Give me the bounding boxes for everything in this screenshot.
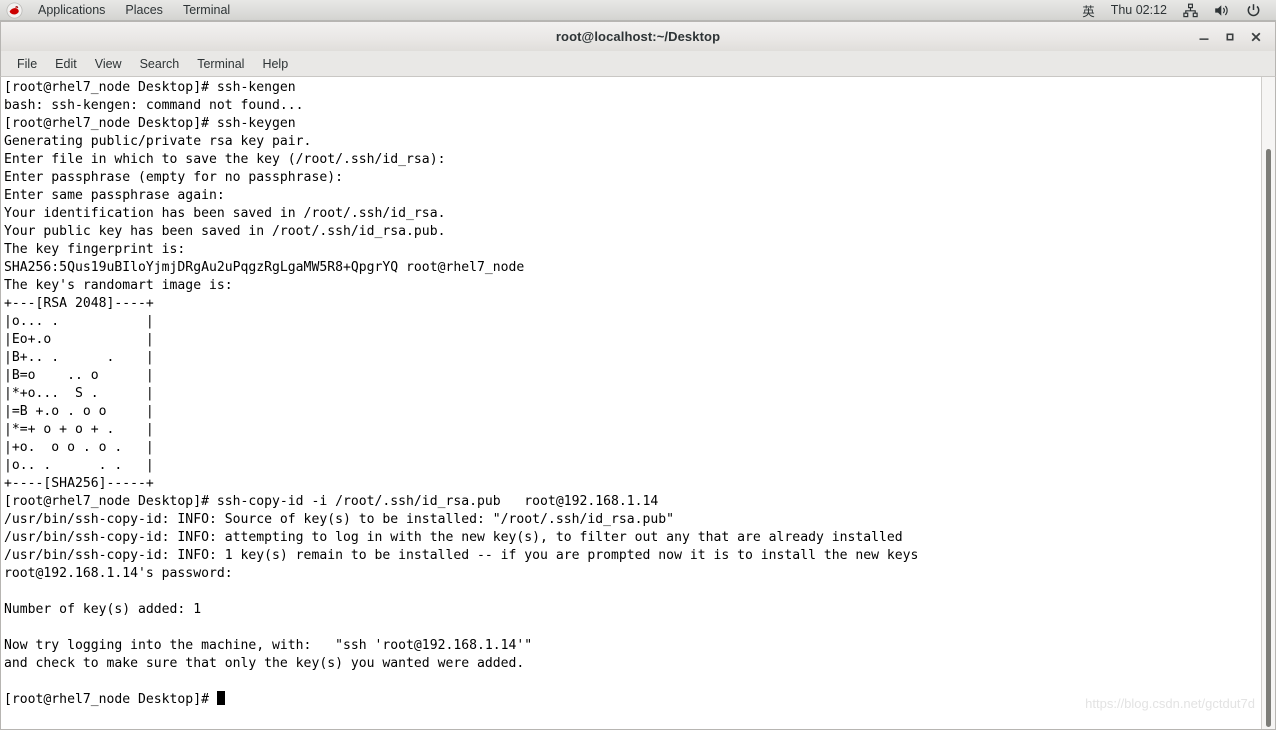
terminal-line: |*=+ o + o + . | [4,422,154,437]
terminal-line: and check to make sure that only the key… [4,656,525,671]
terminal-line: /usr/bin/ssh-copy-id: INFO: 1 key(s) rem… [4,548,919,563]
menu-view[interactable]: View [86,52,131,76]
clock[interactable]: Thu 02:12 [1103,0,1175,20]
window-controls [1191,22,1269,52]
window-titlebar[interactable]: root@localhost:~/Desktop [0,21,1276,51]
menu-edit[interactable]: Edit [46,52,86,76]
terminal-cursor [216,691,225,705]
terminal-line: Enter same passphrase again: [4,188,225,203]
menu-help[interactable]: Help [253,52,297,76]
window-title: root@localhost:~/Desktop [555,29,721,44]
terminal-output-area[interactable]: [root@rhel7_node Desktop]# ssh-kengen bas… [0,77,1276,730]
terminal-line: /usr/bin/ssh-copy-id: INFO: attempting t… [4,530,903,545]
terminal-line: Number of key(s) added: 1 [4,602,202,617]
close-button[interactable] [1243,24,1269,50]
terminal-line: +----[SHA256]-----+ [4,476,154,491]
terminal-line: |=B +.o . o o | [4,404,154,419]
terminal-line: [root@rhel7_node Desktop]# ssh-kengen [4,80,296,95]
terminal-line: |o.. . . . | [4,458,154,473]
top-panel-right-group: 英 Thu 02:12 [1074,0,1276,20]
terminal-line: [root@rhel7_node Desktop]# ssh-copy-id -… [4,494,659,509]
terminal-scrollbar[interactable] [1261,77,1275,729]
terminal-line: root@192.168.1.14's password: [4,566,233,581]
shell-prompt: [root@rhel7_node Desktop]# [4,692,217,707]
terminal-line: +---[RSA 2048]----+ [4,296,154,311]
red-hat-logo-icon [6,2,23,19]
menu-file[interactable]: File [8,52,46,76]
menu-search[interactable]: Search [131,52,189,76]
applications-menu[interactable]: Applications [28,0,115,20]
terminal-line: Generating public/private rsa key pair. [4,134,312,149]
places-menu[interactable]: Places [115,0,173,20]
terminal-line: |*+o... S . | [4,386,154,401]
gnome-top-panel: Applications Places Terminal 英 Thu 02:12 [0,0,1276,21]
terminal-line: /usr/bin/ssh-copy-id: INFO: Source of ke… [4,512,675,527]
menubar: File Edit View Search Terminal Help [0,51,1276,77]
terminal-line: |B=o .. o | [4,368,154,383]
menu-terminal[interactable]: Terminal [188,52,253,76]
scrollbar-thumb[interactable] [1266,149,1271,727]
maximize-button[interactable] [1217,24,1243,50]
terminal-line: Enter file in which to save the key (/ro… [4,152,446,167]
terminal-prompt-line: [root@rhel7_node Desktop]# [4,691,1258,709]
terminal-line: SHA256:5Qus19uBIloYjmjDRgAu2uPqgzRgLgaMW… [4,260,525,275]
terminal-text: [root@rhel7_node Desktop]# ssh-kengen bas… [4,79,1258,709]
terminal-line: |o... . | [4,314,154,329]
terminal-menu[interactable]: Terminal [173,0,240,20]
network-icon[interactable] [1175,0,1206,20]
power-icon[interactable] [1238,0,1269,20]
terminal-line: Your identification has been saved in /r… [4,206,446,221]
terminal-line: Your public key has been saved in /root/… [4,224,446,239]
input-method-indicator[interactable]: 英 [1074,0,1103,20]
terminal-line: |+o. o o . o . | [4,440,154,455]
terminal-line: |Eo+.o | [4,332,154,347]
terminal-line: The key's randomart image is: [4,278,233,293]
volume-icon[interactable] [1206,0,1238,20]
terminal-line: The key fingerprint is: [4,242,186,257]
terminal-line: Enter passphrase (empty for no passphras… [4,170,343,185]
top-panel-left-group: Applications Places Terminal [0,0,240,20]
terminal-line: bash: ssh-kengen: command not found... [4,98,304,113]
minimize-button[interactable] [1191,24,1217,50]
terminal-window: root@localhost:~/Desktop File Edit View … [0,21,1276,731]
terminal-line: Now try logging into the machine, with: … [4,638,533,653]
terminal-line: |B+.. . . | [4,350,154,365]
terminal-line: [root@rhel7_node Desktop]# ssh-keygen [4,116,296,131]
